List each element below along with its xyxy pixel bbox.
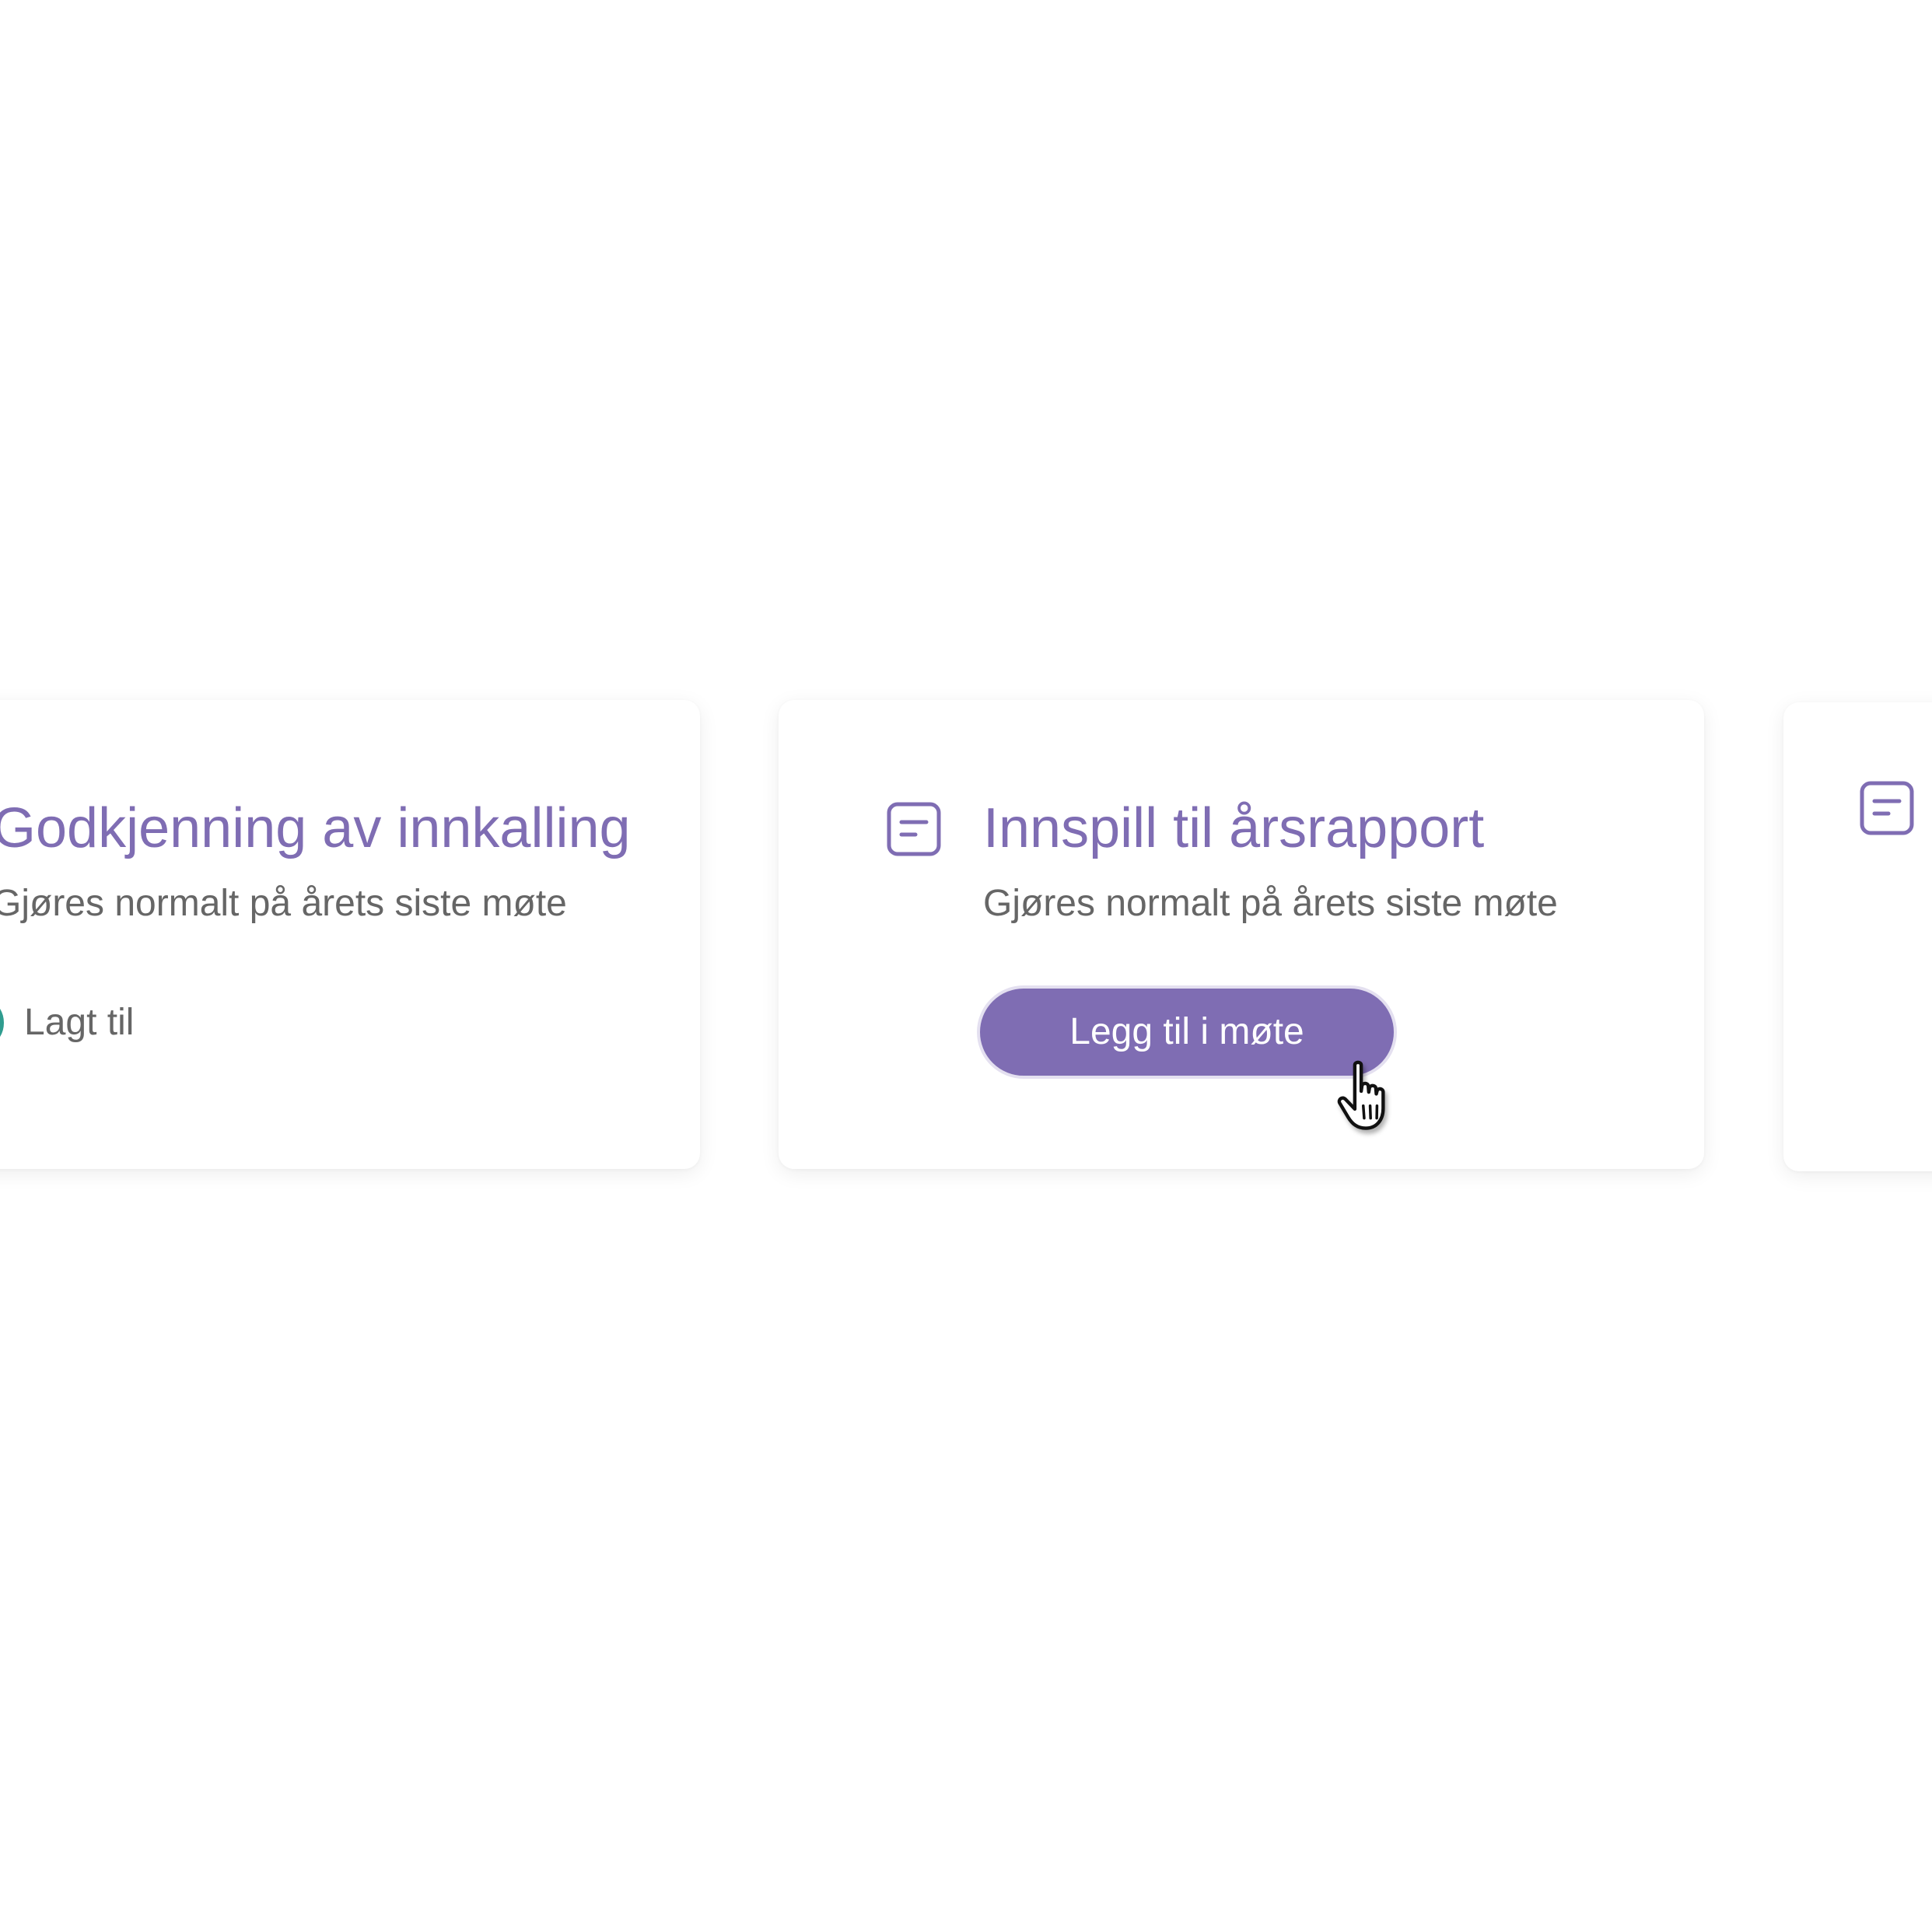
document-icon xyxy=(1859,780,1915,836)
card-subtitle: Gjøres normalt på årets siste møte xyxy=(0,883,567,924)
stage: Godkjenning av innkalling Gjøres normalt… xyxy=(0,0,1932,1932)
add-to-meeting-button[interactable]: Legg til i møte xyxy=(977,985,1397,1079)
status-label: Lagt til xyxy=(24,1002,135,1043)
check-circle-icon xyxy=(0,996,4,1050)
card-title: Innspill til årsrapport xyxy=(983,797,1485,859)
agenda-card-next xyxy=(1783,702,1932,1171)
added-status: Lagt til xyxy=(0,992,134,1054)
agenda-card-innspill: Innspill til årsrapport Gjøres normalt p… xyxy=(779,700,1704,1169)
agenda-card-godkjenning: Godkjenning av innkalling Gjøres normalt… xyxy=(0,700,700,1169)
document-icon xyxy=(886,801,942,857)
card-subtitle: Gjøres normalt på årets siste møte xyxy=(983,883,1558,924)
card-title: Godkjenning av innkalling xyxy=(0,797,631,859)
hand-pointer-icon xyxy=(1335,1058,1405,1136)
